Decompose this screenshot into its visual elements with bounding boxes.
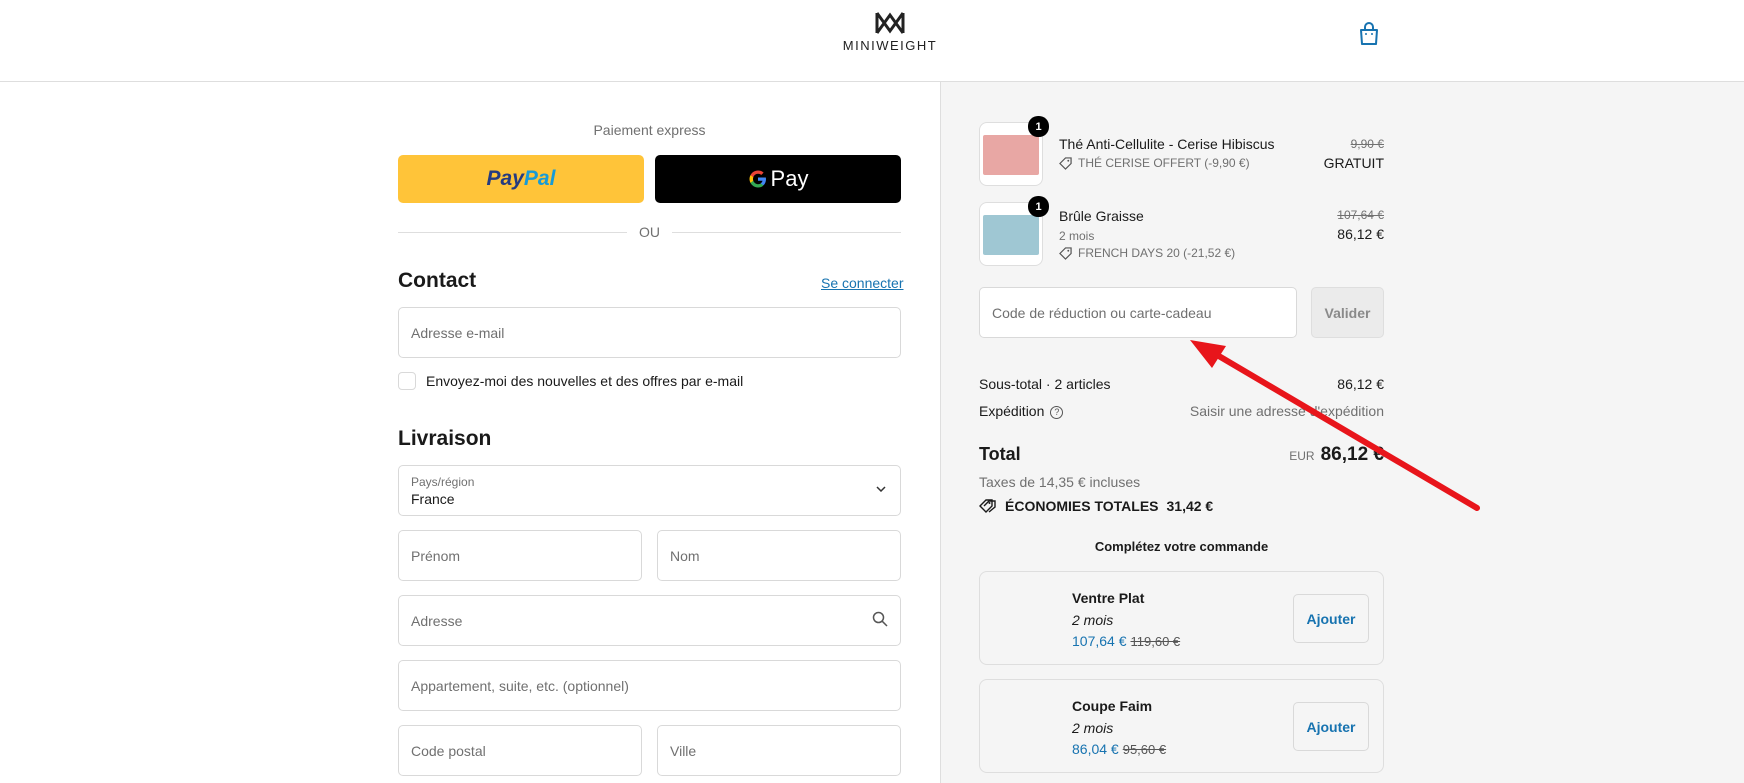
total-row: Total EUR 86,12 € bbox=[979, 444, 1384, 465]
address-placeholder: Adresse bbox=[411, 612, 463, 629]
total-savings: ÉCONOMIES TOTALES 31,42 € bbox=[979, 498, 1213, 514]
savings-value: 31,42 € bbox=[1166, 498, 1214, 514]
discount-code-input[interactable]: Code de réduction ou carte-cadeau bbox=[979, 287, 1297, 338]
google-pay-label: Pay bbox=[770, 166, 809, 191]
brand-logo-icon bbox=[875, 12, 905, 34]
country-label: Pays/région bbox=[411, 474, 475, 489]
subtotal-label: Sous-total · 2 articles bbox=[979, 376, 1111, 392]
item-price: 86,12 € bbox=[1337, 226, 1384, 242]
help-icon[interactable]: ? bbox=[1050, 405, 1064, 419]
add-upsell-button[interactable]: Ajouter bbox=[1293, 702, 1369, 751]
upsell-card: Ventre Plat 2 mois 107,64 €119,60 € Ajou… bbox=[979, 571, 1384, 665]
or-separator: OU bbox=[398, 222, 901, 242]
search-icon bbox=[872, 611, 888, 627]
apply-code-button[interactable]: Valider bbox=[1311, 287, 1384, 338]
apartment-input[interactable]: Appartement, suite, etc. (optionnel) bbox=[398, 660, 901, 711]
product-name: Brûle Graisse bbox=[1059, 208, 1144, 224]
country-value: France bbox=[411, 490, 455, 507]
upsell-card: Coupe Faim 2 mois 86,04 €95,60 € Ajouter bbox=[979, 679, 1384, 773]
discount-line: THÉ CERISE OFFERT (-9,90 €) bbox=[1059, 156, 1250, 170]
upsell-original-price: 119,60 € bbox=[1130, 634, 1181, 649]
cart-item: 1 Thé Anti-Cellulite - Cerise Hibiscus T… bbox=[979, 116, 1384, 186]
upsell-product-name: Coupe Faim bbox=[1072, 698, 1153, 714]
product-image bbox=[983, 135, 1039, 175]
postal-code-input[interactable]: Code postal bbox=[398, 725, 642, 776]
login-link[interactable]: Se connecter bbox=[821, 275, 904, 291]
quantity-badge: 1 bbox=[1028, 196, 1049, 217]
product-variant: 2 mois bbox=[1059, 229, 1095, 243]
paypal-logo-b: Pal bbox=[523, 167, 556, 190]
country-select[interactable]: Pays/région France bbox=[398, 465, 901, 516]
brand-name: MINIWEIGHT bbox=[842, 38, 938, 53]
savings-label: ÉCONOMIES TOTALES bbox=[1005, 498, 1159, 514]
shopping-bag-icon[interactable] bbox=[1358, 22, 1382, 48]
total-currency: EUR bbox=[1289, 449, 1315, 463]
brand-logo[interactable]: MINIWEIGHT bbox=[838, 11, 942, 53]
chevron-down-icon bbox=[876, 486, 886, 492]
product-image bbox=[983, 215, 1039, 255]
upsell-heading: Complétez votre commande bbox=[1094, 539, 1269, 554]
newsletter-checkbox[interactable] bbox=[398, 372, 416, 390]
taxes-note: Taxes de 14,35 € incluses bbox=[979, 474, 1141, 490]
upsell-price: 86,04 € bbox=[1072, 741, 1119, 757]
paypal-logo-a: Pay bbox=[486, 167, 524, 190]
upsell-duration: 2 mois bbox=[1072, 720, 1114, 736]
separator-line bbox=[672, 231, 901, 233]
original-price: 107,64 € bbox=[1337, 208, 1384, 222]
upsell-original-price: 95,60 € bbox=[1122, 742, 1167, 757]
contact-heading: Contact bbox=[398, 269, 477, 292]
header: MINIWEIGHT bbox=[0, 0, 1744, 82]
order-summary: 1 Thé Anti-Cellulite - Cerise Hibiscus T… bbox=[940, 82, 1744, 783]
email-input[interactable]: Adresse e-mail bbox=[398, 307, 901, 358]
subtotal-row: Sous-total · 2 articles 86,12 € bbox=[979, 376, 1384, 392]
total-value: 86,12 € bbox=[1320, 444, 1384, 465]
shipping-value: Saisir une adresse d'expédition bbox=[1189, 403, 1384, 419]
upsell-product-name: Ventre Plat bbox=[1072, 590, 1145, 606]
total-label: Total bbox=[979, 444, 1021, 464]
tag-icon bbox=[1059, 156, 1072, 170]
paypal-button[interactable]: Pay Pal bbox=[398, 155, 644, 203]
discount-line: FRENCH DAYS 20 (-21,52 €) bbox=[1059, 246, 1235, 260]
checkout-form: Paiement express Pay Pal Pay OU Contact S… bbox=[0, 82, 940, 783]
separator-line bbox=[398, 231, 627, 233]
shipping-label: Expédition bbox=[979, 403, 1045, 419]
delivery-heading: Livraison bbox=[398, 427, 492, 450]
google-g-icon bbox=[749, 170, 766, 188]
quantity-badge: 1 bbox=[1028, 116, 1049, 137]
city-input[interactable]: Ville bbox=[657, 725, 901, 776]
product-name: Thé Anti-Cellulite - Cerise Hibiscus bbox=[1059, 136, 1275, 152]
upsell-price: 107,64 € bbox=[1072, 633, 1127, 649]
item-price: GRATUIT bbox=[1323, 155, 1384, 171]
google-pay-button[interactable]: Pay bbox=[655, 155, 901, 203]
or-label: OU bbox=[639, 224, 660, 240]
cart-item: 1 Brûle Graisse 2 mois FRENCH DAYS 20 (-… bbox=[979, 196, 1384, 266]
tag-icon bbox=[1059, 246, 1072, 260]
last-name-input[interactable]: Nom bbox=[657, 530, 901, 581]
add-upsell-button[interactable]: Ajouter bbox=[1293, 594, 1369, 643]
newsletter-option[interactable]: Envoyez-moi des nouvelles et des offres … bbox=[398, 372, 743, 390]
first-name-input[interactable]: Prénom bbox=[398, 530, 642, 581]
address-input[interactable]: Adresse bbox=[398, 595, 901, 646]
discount-label: FRENCH DAYS 20 (-21,52 €) bbox=[1078, 246, 1236, 260]
total-amount: EUR 86,12 € bbox=[1289, 444, 1384, 466]
discount-label: THÉ CERISE OFFERT (-9,90 €) bbox=[1078, 156, 1250, 170]
express-checkout-title: Paiement express bbox=[593, 122, 706, 138]
upsell-prices: 107,64 €119,60 € bbox=[1072, 633, 1180, 649]
shipping-row: Expédition? Saisir une adresse d'expédit… bbox=[979, 403, 1384, 419]
savings-tag-icon bbox=[979, 499, 996, 513]
upsell-prices: 86,04 €95,60 € bbox=[1072, 741, 1166, 757]
subtotal-value: 86,12 € bbox=[1337, 376, 1384, 392]
newsletter-label: Envoyez-moi des nouvelles et des offres … bbox=[426, 373, 744, 389]
original-price: 9,90 € bbox=[1350, 137, 1384, 151]
upsell-duration: 2 mois bbox=[1072, 612, 1114, 628]
